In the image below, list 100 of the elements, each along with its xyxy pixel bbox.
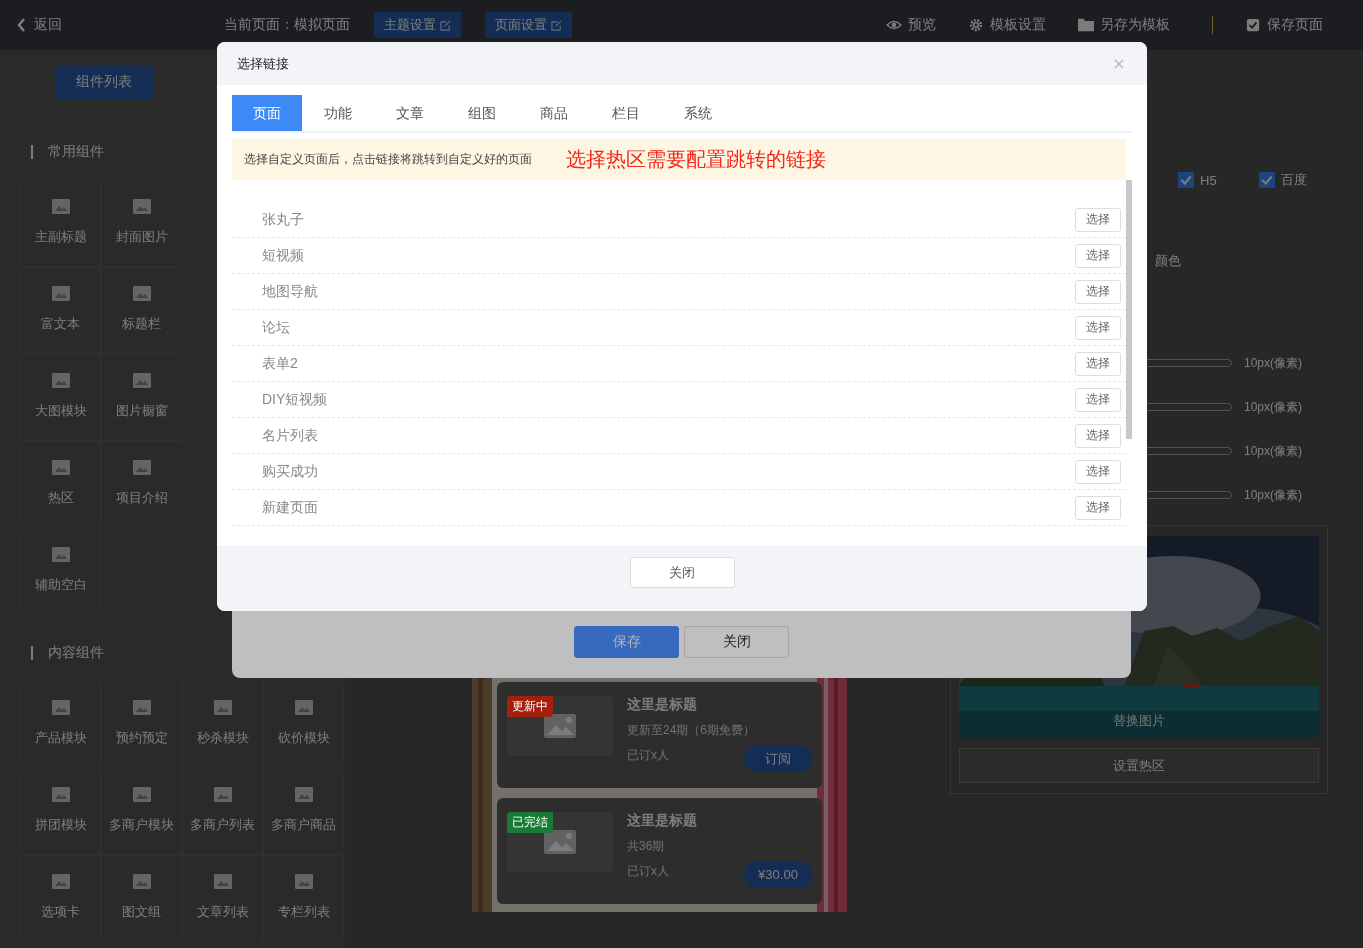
component-tile[interactable]: 专栏列表 [263,855,344,942]
page-name: 张丸子 [262,210,304,229]
tile-icon [51,286,70,301]
select-button[interactable]: 选择 [1075,387,1121,412]
link-type-tab[interactable]: 系统 [662,95,734,131]
component-tile[interactable]: 热区 [20,441,101,528]
component-tile[interactable]: 秒杀模块 [182,681,263,768]
checkbox-label: H5 [1200,172,1217,188]
section-title: 常用组件 [48,143,104,161]
select-button[interactable]: 选择 [1075,315,1121,340]
component-tile[interactable]: 预约预定 [101,681,182,768]
component-tile[interactable]: 大图模块 [20,354,101,441]
tile-icon [51,460,70,475]
page-name: 购买成功 [262,462,318,481]
toolbar-action[interactable]: 预览 [886,16,936,34]
scrollbar[interactable] [1126,180,1132,439]
select-button[interactable]: 选择 [1075,207,1121,232]
replace-image-label[interactable]: 替换图片 [1113,712,1165,730]
section-title: 内容组件 [48,644,104,662]
settings-icon [968,18,984,32]
tile-icon [132,700,151,715]
edit-icon [440,19,451,31]
tile-icon [294,700,313,715]
tile-icon [51,787,70,802]
component-tile[interactable]: 标题栏 [101,267,182,354]
select-button[interactable]: 选择 [1075,279,1121,304]
tile-icon [51,199,70,214]
component-tile[interactable]: 项目介绍 [101,441,182,528]
link-type-tab[interactable]: 栏目 [590,95,662,131]
select-button[interactable]: 选择 [1075,459,1121,484]
settings-button[interactable]: 页面设置 [485,12,572,38]
component-tile[interactable]: 产品模块 [20,681,101,768]
link-type-tab[interactable]: 组图 [446,95,518,131]
folder-icon [1078,18,1094,32]
color-label: 颜色 [1155,253,1181,268]
eye-icon [886,18,902,32]
close-icon[interactable] [1114,58,1124,69]
checkbox[interactable] [1178,172,1194,188]
component-tile[interactable]: 富文本 [20,267,101,354]
link-type-tab[interactable]: 文章 [374,95,446,131]
component-tile[interactable]: 主副标题 [20,180,101,267]
status-badge: 更新中 [507,696,553,717]
subscribe-button[interactable]: ¥30.00 [744,861,812,888]
tile-icon [294,874,313,889]
select-button[interactable]: 选择 [1075,423,1121,448]
page-name: 名片列表 [262,426,318,445]
checkbox[interactable] [1259,172,1275,188]
tile-icon [132,199,151,214]
close-button[interactable]: 关闭 [684,626,789,658]
current-page-label: 当前页面：模拟页面 [224,16,350,34]
link-type-tab[interactable]: 页面 [232,95,302,131]
toolbar-action[interactable]: 另存为模板 [1078,16,1170,34]
tile-icon [132,373,151,388]
page-name: DIY短视频 [262,390,328,409]
component-tile[interactable]: 多商户列表 [182,768,263,855]
notice-text: 选择自定义页面后，点击链接将跳转到自定义好的页面 [244,151,532,168]
back-icon[interactable] [16,17,26,33]
set-hotspot-button[interactable]: 设置热区 [959,748,1319,783]
slider-reading: 10px(像素) [1244,486,1302,504]
card-title: 这里是标题 [627,812,697,830]
slider-reading: 10px(像素) [1244,354,1302,372]
link-type-tab[interactable]: 功能 [302,95,374,131]
checkbox-icon [1245,18,1261,32]
select-button[interactable]: 选择 [1075,351,1121,376]
page-name: 论坛 [262,318,290,337]
image-icon [544,714,576,738]
settings-button[interactable]: 主题设置 [374,12,461,38]
tile-icon [294,787,313,802]
edit-icon [551,19,562,31]
component-tile[interactable]: 图文组 [101,855,182,942]
component-tile[interactable]: 辅助空白 [20,528,101,615]
tile-icon [132,286,151,301]
component-tile[interactable]: 图片橱窗 [101,354,182,441]
tile-icon [51,547,70,562]
page-name: 表单2 [262,354,298,373]
link-type-tab[interactable]: 商品 [518,95,590,131]
card-title: 这里是标题 [627,696,698,714]
tile-icon [213,700,232,715]
close-button[interactable]: 关闭 [629,557,735,588]
hint-text: 选择热区需要配置跳转的链接 [566,147,826,172]
select-button[interactable]: 选择 [1075,495,1121,520]
back-link[interactable]: 返回 [16,16,62,34]
toolbar-action[interactable]: 保存页面 [1245,16,1323,34]
subscribe-button[interactable]: 订阅 [744,745,812,772]
tile-icon [132,460,151,475]
page-name: 地图导航 [262,282,318,301]
component-tile[interactable]: 砍价模块 [263,681,344,768]
save-button[interactable]: 保存 [574,626,679,658]
component-tile[interactable]: 多商户模块 [101,768,182,855]
image-icon [544,830,576,854]
component-tile[interactable]: 封面图片 [101,180,182,267]
component-list-tab[interactable]: 组件列表 [55,65,153,99]
select-button[interactable]: 选择 [1075,243,1121,268]
toolbar-action[interactable]: 模板设置 [968,16,1046,34]
page-name: 新建页面 [262,498,318,517]
component-tile[interactable]: 多商户商品 [263,768,344,855]
component-tile[interactable]: 选项卡 [20,855,101,942]
tile-icon [51,700,70,715]
component-tile[interactable]: 文章列表 [182,855,263,942]
component-tile[interactable]: 拼团模块 [20,768,101,855]
